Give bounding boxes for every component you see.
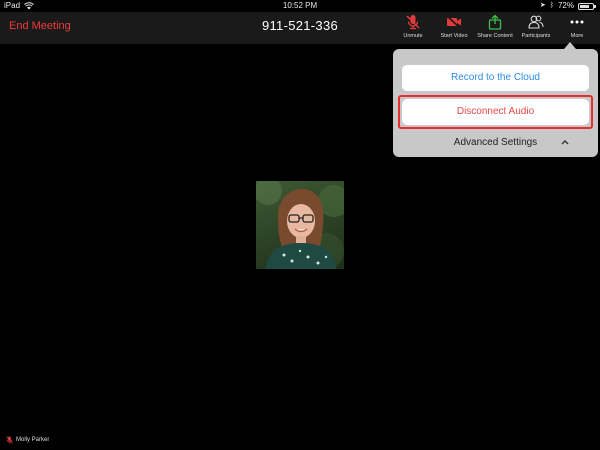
- status-time: 10:52 PM: [282, 1, 318, 10]
- participant-photo: [256, 181, 344, 269]
- muted-mic-icon: [6, 436, 13, 444]
- location-arrow-icon: ➤: [539, 2, 546, 9]
- unmute-button[interactable]: Unmute: [394, 14, 432, 42]
- battery-percent: 72%: [557, 1, 574, 10]
- participant-video: [256, 181, 344, 269]
- chevron-up-icon[interactable]: [560, 137, 570, 147]
- muted-mic-icon: [406, 15, 420, 30]
- disconnect-audio-button[interactable]: Disconnect Audio: [402, 99, 589, 125]
- menu-caret: [564, 42, 576, 49]
- disconnect-audio-highlight: Disconnect Audio: [398, 95, 593, 129]
- more-label: More: [570, 33, 584, 39]
- start-video-label: Start Video: [440, 33, 468, 39]
- participant-name: Molly Parker: [16, 437, 50, 443]
- more-menu: Record to the Cloud Disconnect Audio Adv…: [393, 49, 598, 157]
- record-to-cloud-button[interactable]: Record to the Cloud: [402, 65, 589, 91]
- share-content-button[interactable]: Share Content: [476, 14, 514, 42]
- battery-icon: [578, 2, 596, 10]
- participants-button[interactable]: Participants: [517, 14, 555, 42]
- participants-label: Participants: [521, 33, 551, 39]
- status-right: ➤ ᛒ 72%: [539, 0, 596, 12]
- video-off-icon: [446, 15, 461, 29]
- unmute-label: Unmute: [403, 33, 423, 39]
- share-icon: [488, 14, 502, 30]
- status-bar: iPad 10:52 PM ➤ ᛒ 72%: [0, 0, 600, 12]
- share-content-label: Share Content: [477, 33, 513, 39]
- more-dots-icon: [570, 20, 584, 24]
- start-video-button[interactable]: Start Video: [435, 14, 473, 42]
- participant-name-label: Molly Parker: [6, 436, 49, 444]
- participants-icon: [528, 15, 544, 29]
- meeting-toolbar: End Meeting 911-521-336 Unmute Start Vid…: [0, 12, 600, 44]
- more-button[interactable]: More: [558, 14, 596, 42]
- bluetooth-icon: ᛒ: [549, 2, 554, 9]
